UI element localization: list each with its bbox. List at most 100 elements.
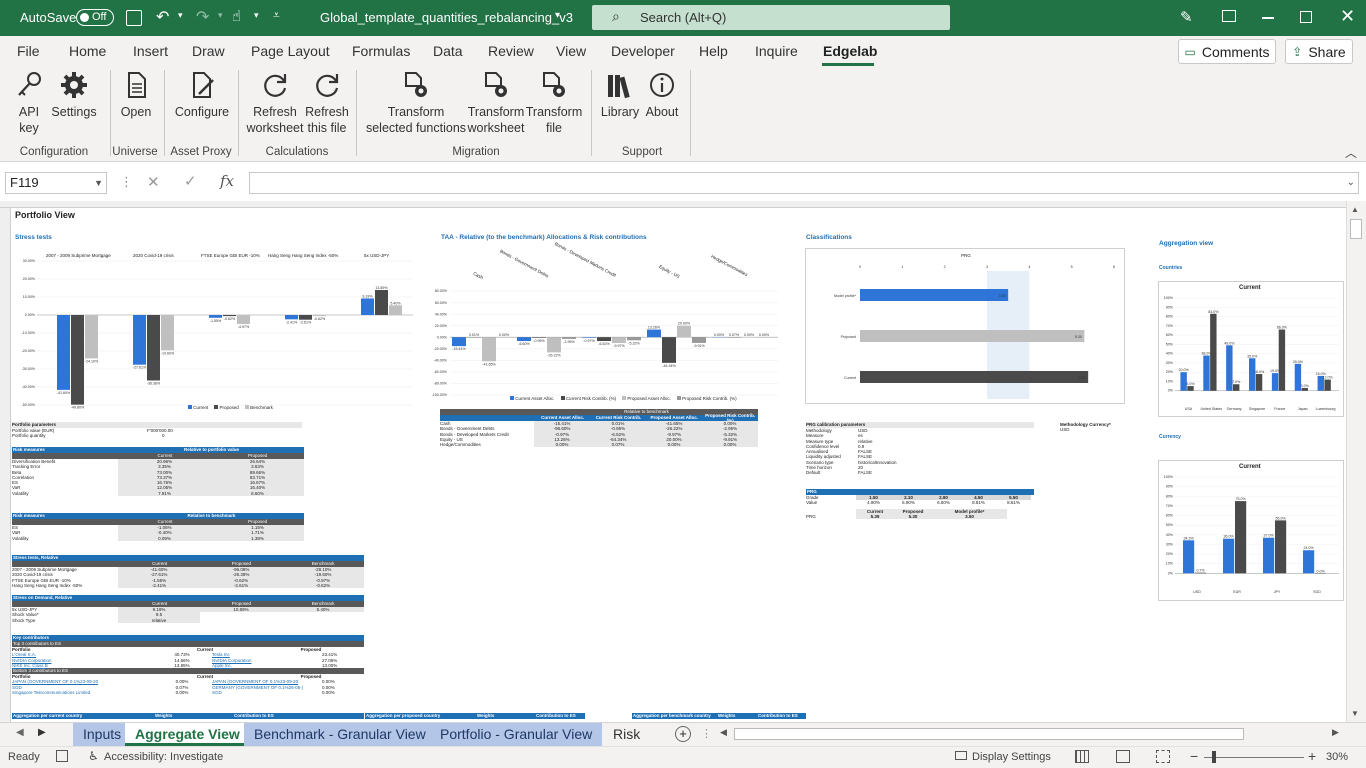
function-icon[interactable]: fx [220, 172, 234, 190]
taa-data-label: -6.52% [598, 342, 610, 346]
tab-view[interactable]: View [556, 36, 586, 66]
tab-developer[interactable]: Developer [611, 36, 675, 66]
tab-insert[interactable]: Insert [133, 36, 168, 66]
currency-chart-tick: 100% [1164, 475, 1174, 479]
about-button[interactable]: About [642, 70, 682, 120]
transform-file-button[interactable]: Transform file [524, 70, 584, 136]
countries-chart-category-label: Singapore [1249, 407, 1265, 411]
name-box[interactable]: F119 ▼ [5, 172, 107, 194]
tab-home[interactable]: Home [69, 36, 106, 66]
api-key-button[interactable]: API key [12, 70, 46, 136]
next-sheet-icon[interactable]: ▶ [38, 727, 46, 738]
transform-icon [543, 72, 565, 97]
filename-dropdown-icon[interactable]: ▾ [555, 10, 560, 21]
transform-selected-button[interactable]: Transform selected functions [364, 70, 468, 136]
stress-tick: -50.00% [22, 403, 36, 407]
page-layout-icon[interactable] [1116, 750, 1130, 763]
touch-dropdown-icon[interactable]: ▾ [254, 10, 259, 21]
namebox-dropdown-icon[interactable]: ▼ [94, 173, 103, 193]
aggregation-title: Aggregation view [1159, 240, 1214, 247]
settings-button[interactable]: Settings [50, 70, 98, 120]
configure-button[interactable]: Configure [170, 70, 234, 120]
undo-icon[interactable]: ↶ [156, 7, 169, 27]
taa-data-label: 0.00% [499, 333, 510, 337]
status-bar: Ready ♿ Accessibility: Investigate Displ… [0, 746, 1366, 768]
currency-chart-data-label: 55.0% [1275, 516, 1286, 520]
close-icon[interactable]: ✕ [1340, 6, 1355, 27]
library-button[interactable]: Library [598, 70, 642, 120]
stress-relative-table: Stress tests, Relative Current Proposed Ben… [12, 555, 364, 589]
tab-file[interactable]: File [17, 36, 40, 66]
risk-benchmark-table: Risk measures Relative to benchmark Curren… [12, 513, 304, 541]
open-button[interactable]: Open [116, 70, 156, 120]
add-sheet-icon[interactable]: + [675, 726, 691, 742]
table-row: Default FALSE [806, 470, 873, 476]
search-box[interactable]: ⌕ Search (Alt+Q) [592, 5, 950, 30]
zoom-level[interactable]: 30% [1326, 751, 1348, 763]
undo-dropdown-icon[interactable]: ▾ [178, 10, 183, 21]
save-icon[interactable] [126, 10, 142, 26]
tab-inquire[interactable]: Inquire [755, 36, 798, 66]
sheet-tab-aggregate-view[interactable]: Aggregate View [125, 723, 250, 746]
countries-chart-bar [1249, 358, 1256, 391]
tab-review[interactable]: Review [488, 36, 534, 66]
sheet-tab-portfolio-granular[interactable]: Portfolio - Granular View [430, 723, 603, 746]
stress-data-label: -2.41% [286, 320, 298, 324]
countries-chart-tick: 90% [1166, 305, 1174, 309]
cancel-icon[interactable]: ✕ [147, 173, 160, 191]
expand-formula-icon[interactable]: ⌄ [1347, 173, 1355, 193]
sheet-tab-benchmark-granular[interactable]: Benchmark - Granular View [244, 723, 436, 746]
refresh-file-button[interactable]: Refresh this file [302, 70, 352, 136]
page-break-icon[interactable] [1156, 750, 1170, 763]
countries-chart-title: Current [1239, 285, 1261, 291]
horizontal-scrollbar[interactable]: ◀ ▶ [716, 725, 1346, 743]
display-settings-icon [955, 751, 967, 760]
minimize-icon[interactable] [1262, 17, 1274, 19]
zoom-out-icon[interactable]: − [1190, 748, 1198, 764]
macro-record-icon[interactable] [56, 750, 68, 762]
refresh-worksheet-button[interactable]: Refresh worksheet [244, 70, 306, 136]
zoom-in-icon[interactable]: + [1308, 748, 1316, 764]
pen-icon[interactable]: ✎ [1180, 8, 1193, 26]
tab-data[interactable]: Data [433, 36, 463, 66]
maximize-icon[interactable] [1300, 11, 1312, 23]
tab-formulas[interactable]: Formulas [352, 36, 410, 66]
taa-bar [677, 325, 691, 338]
countries-chart-frame: Current 0% 10% 20% 30% 40% 50% 60% 70% 80% 90% 100… [1158, 281, 1344, 417]
zoom-slider[interactable] [1204, 757, 1304, 758]
ribbon-display-icon[interactable] [1222, 10, 1236, 22]
worksheet-grid[interactable]: ▲ ▼ Portfolio View Stress tests 2007 - 2… [0, 201, 1366, 722]
redo-icon[interactable]: ↷ [196, 7, 209, 27]
touch-mode-icon[interactable]: ☝ [232, 7, 241, 25]
transform-worksheet-button[interactable]: Transform worksheet [466, 70, 526, 136]
customize-qat-icon[interactable]: ⩡ [273, 8, 280, 23]
tab-help[interactable]: Help [699, 36, 728, 66]
more-tabs-icon[interactable]: ⋮ [701, 727, 712, 740]
tab-edgelab[interactable]: Edgelab [823, 36, 877, 66]
enter-icon[interactable]: ✓ [184, 172, 197, 190]
share-button[interactable]: ⇪ Share [1285, 39, 1353, 64]
normal-view-icon[interactable] [1075, 750, 1089, 763]
tab-draw[interactable]: Draw [192, 36, 225, 66]
taa-tick: 0.00% [437, 335, 448, 339]
countries-label: Countries [1159, 265, 1183, 271]
sheet-tab-risk[interactable]: Risk Fa... [603, 723, 669, 746]
comments-button[interactable]: ▭ Comments [1178, 39, 1276, 64]
stress-data-label: -19.60% [161, 351, 175, 355]
redo-dropdown-icon[interactable]: ▾ [218, 10, 223, 21]
vertical-scrollbar[interactable]: ▲ ▼ [1346, 201, 1366, 722]
prev-sheet-icon[interactable]: ◀ [16, 727, 24, 738]
stress-bar [299, 315, 312, 320]
filename[interactable]: Global_template_quantities_rebalancing_v… [320, 10, 573, 25]
tab-page-layout[interactable]: Page Layout [251, 36, 330, 66]
formula-input[interactable]: ⌄ [249, 172, 1359, 194]
taa-data-label: 13.26% [648, 326, 661, 330]
prg-bar [860, 371, 1089, 383]
sheet-tab-inputs[interactable]: Inputs [73, 723, 132, 746]
autosave-toggle[interactable]: Off [76, 9, 114, 26]
zoom-slider-thumb[interactable] [1212, 751, 1216, 763]
collapse-ribbon-icon[interactable]: ︿ [1345, 144, 1357, 161]
display-settings[interactable]: Display Settings [972, 751, 1051, 763]
prg-category-label: Current [844, 376, 856, 380]
accessibility-status[interactable]: Accessibility: Investigate [104, 751, 223, 763]
